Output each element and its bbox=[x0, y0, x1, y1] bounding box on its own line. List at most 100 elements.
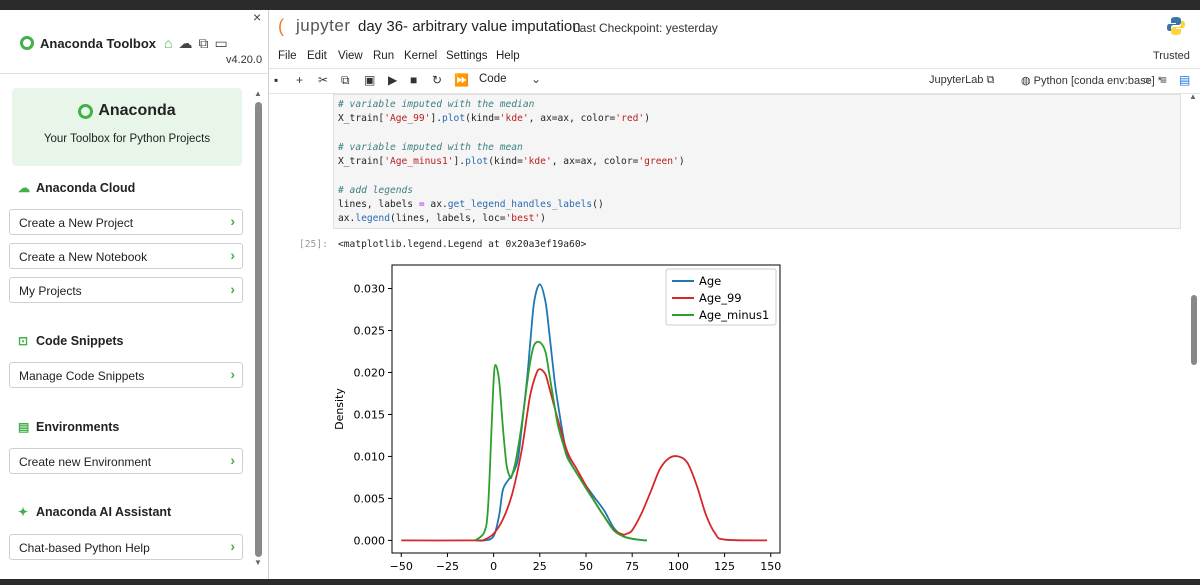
version-label: v4.20.0 bbox=[226, 54, 263, 66]
copy-icon[interactable]: ⧉ bbox=[341, 73, 350, 88]
anaconda-toolbox-panel: × Anaconda Toolbox ⌂ ☁ ⧉ ▭ v4.20.0 Anaco… bbox=[0, 10, 269, 579]
menu-settings[interactable]: Settings bbox=[446, 50, 488, 62]
notebook-title[interactable]: day 36- arbitrary value imputation bbox=[358, 18, 581, 35]
scroll-up-arrow-icon[interactable]: ▲ bbox=[1189, 92, 1197, 101]
manage-snippets-button[interactable]: Manage Code Snippets › bbox=[9, 362, 243, 388]
menu-edit[interactable]: Edit bbox=[307, 50, 327, 62]
stop-icon[interactable]: ■ bbox=[410, 73, 417, 87]
terminal-icon[interactable]: ▭ bbox=[215, 36, 228, 50]
cell-type-select[interactable]: Code bbox=[479, 73, 507, 85]
y-tick-label: 0.000 bbox=[354, 534, 386, 547]
jupyter-logo-icon[interactable]: ( bbox=[278, 16, 284, 37]
chat-python-help-button[interactable]: Chat-based Python Help › bbox=[9, 534, 243, 560]
cloud-icon: ☁ bbox=[18, 181, 30, 195]
notebook-scrollbar[interactable] bbox=[1191, 295, 1197, 365]
brand-row: Anaconda bbox=[12, 102, 242, 120]
x-tick-label: 25 bbox=[533, 560, 547, 573]
x-tick-label: −50 bbox=[390, 560, 413, 573]
header-icon-group: ⌂ ☁ ⧉ ▭ bbox=[164, 36, 228, 50]
x-tick-label: −25 bbox=[436, 560, 459, 573]
x-tick-label: 150 bbox=[760, 560, 781, 573]
x-tick-label: 75 bbox=[625, 560, 639, 573]
cut-icon[interactable]: ✂ bbox=[318, 73, 328, 87]
chevron-right-icon: › bbox=[230, 452, 235, 468]
anaconda-logo-icon bbox=[20, 36, 34, 50]
y-tick-label: 0.010 bbox=[354, 450, 386, 463]
toc-icon[interactable]: ▤ bbox=[1179, 73, 1190, 87]
create-project-button[interactable]: Create a New Project › bbox=[9, 209, 243, 235]
run-icon[interactable]: ▶ bbox=[388, 73, 397, 87]
chevron-right-icon: › bbox=[230, 281, 235, 297]
checkpoint-status: Last Checkpoint: yesterday bbox=[573, 21, 718, 35]
create-notebook-button[interactable]: Create a New Notebook › bbox=[9, 243, 243, 269]
panel-scrollbar[interactable] bbox=[255, 102, 262, 557]
button-label: Create new Environment bbox=[19, 455, 152, 469]
legend-label: Age bbox=[699, 274, 721, 288]
code-line: # variable imputed with the mean bbox=[338, 142, 523, 153]
section-title: Anaconda AI Assistant bbox=[36, 505, 172, 519]
window-top-strip bbox=[0, 0, 1200, 10]
legend-label: Age_99 bbox=[699, 291, 742, 305]
add-cell-icon[interactable]: + bbox=[296, 73, 303, 87]
x-tick-label: 125 bbox=[714, 560, 735, 573]
close-panel-button[interactable]: × bbox=[253, 10, 261, 25]
code-line: ax.legend(lines, labels, loc='best') bbox=[338, 213, 546, 224]
x-tick-label: 50 bbox=[579, 560, 593, 573]
menu-kernel[interactable]: Kernel bbox=[404, 50, 437, 62]
restart-icon[interactable]: ↻ bbox=[432, 73, 442, 87]
header-divider bbox=[0, 73, 268, 74]
menu-run[interactable]: Run bbox=[373, 50, 394, 62]
menu-help[interactable]: Help bbox=[496, 50, 520, 62]
code-line: # add legends bbox=[338, 185, 414, 196]
section-anaconda-cloud: ☁ Anaconda Cloud bbox=[18, 181, 135, 195]
code-cell[interactable]: # variable imputed with the median X_tra… bbox=[333, 94, 1181, 229]
fast-forward-icon[interactable]: ⏩ bbox=[454, 73, 469, 87]
y-tick-label: 0.030 bbox=[354, 283, 386, 296]
menu-file[interactable]: File bbox=[278, 50, 297, 62]
section-ai-assistant: ✦ Anaconda AI Assistant bbox=[18, 505, 171, 519]
paste-icon[interactable]: ▣ bbox=[364, 73, 375, 87]
trusted-indicator[interactable]: Trusted bbox=[1153, 50, 1190, 62]
sparkle-icon: ✦ bbox=[18, 505, 29, 519]
code-line: lines, labels = ax.get_legend_handles_la… bbox=[338, 199, 604, 210]
create-environment-button[interactable]: Create new Environment › bbox=[9, 448, 243, 474]
panel-title: Anaconda Toolbox bbox=[40, 35, 157, 51]
menu-view[interactable]: View bbox=[338, 50, 363, 62]
save-icon[interactable]: ▪ bbox=[274, 73, 278, 87]
code-line: X_train['Age_minus1'].plot(kind='kde', a… bbox=[338, 156, 685, 167]
y-axis-label: Density bbox=[333, 388, 346, 430]
home-icon[interactable]: ⌂ bbox=[164, 36, 172, 50]
menu-lines-icon[interactable]: ≡ bbox=[1160, 73, 1167, 87]
python-logo-icon bbox=[1167, 17, 1185, 35]
chevron-right-icon: › bbox=[230, 538, 235, 554]
kde-chart: −50 −25 0 25 50 75 100 125 150 0.000 0.005 0.010 0.0… bbox=[333, 264, 781, 573]
chevron-down-icon[interactable]: ⌄ bbox=[531, 72, 541, 86]
notebook-toolbar: ▪ + ✂ ⧉ ▣ ▶ ■ ↻ ⏩ Code ⌄ JupyterLab ⧉ ◍ … bbox=[269, 70, 1200, 92]
brand-tagline: Your Toolbox for Python Projects bbox=[43, 133, 211, 145]
section-title: Environments bbox=[36, 420, 120, 434]
scroll-up-arrow-icon[interactable]: ▲ bbox=[254, 89, 262, 98]
panel-header: Anaconda Toolbox ⌂ ☁ ⧉ ▭ bbox=[20, 32, 260, 54]
section-environments: ▤ Environments bbox=[18, 420, 119, 434]
cloud-icon[interactable]: ☁ bbox=[179, 36, 193, 50]
brand-name: Anaconda bbox=[98, 102, 176, 119]
kernel-status[interactable]: ◍ Python [conda env:base] * bbox=[1021, 74, 1162, 87]
y-tick-label: 0.005 bbox=[354, 492, 386, 505]
jupyterlab-link[interactable]: JupyterLab ⧉ bbox=[929, 74, 994, 87]
x-tick-label: 100 bbox=[668, 560, 689, 573]
brand-card: Anaconda Your Toolbox for Python Project… bbox=[12, 88, 242, 166]
chevron-right-icon: › bbox=[230, 366, 235, 382]
button-label: Create a New Notebook bbox=[19, 250, 148, 264]
legend-label: Age_minus1 bbox=[699, 308, 769, 322]
my-projects-button[interactable]: My Projects › bbox=[9, 277, 243, 303]
code-line: # variable imputed with the median bbox=[338, 99, 535, 110]
code-snippet-icon: ⊡ bbox=[18, 334, 29, 348]
jupyter-wordmark[interactable]: jupyter bbox=[296, 16, 351, 36]
code-icon[interactable]: ⧉ bbox=[199, 36, 209, 50]
chevron-right-icon: › bbox=[230, 213, 235, 229]
scroll-down-arrow-icon[interactable]: ▼ bbox=[254, 558, 262, 567]
y-tick-label: 0.015 bbox=[354, 408, 386, 421]
menubar-divider bbox=[269, 68, 1200, 69]
output-prompt: [25]: bbox=[299, 239, 328, 250]
y-tick-label: 0.020 bbox=[354, 366, 386, 379]
